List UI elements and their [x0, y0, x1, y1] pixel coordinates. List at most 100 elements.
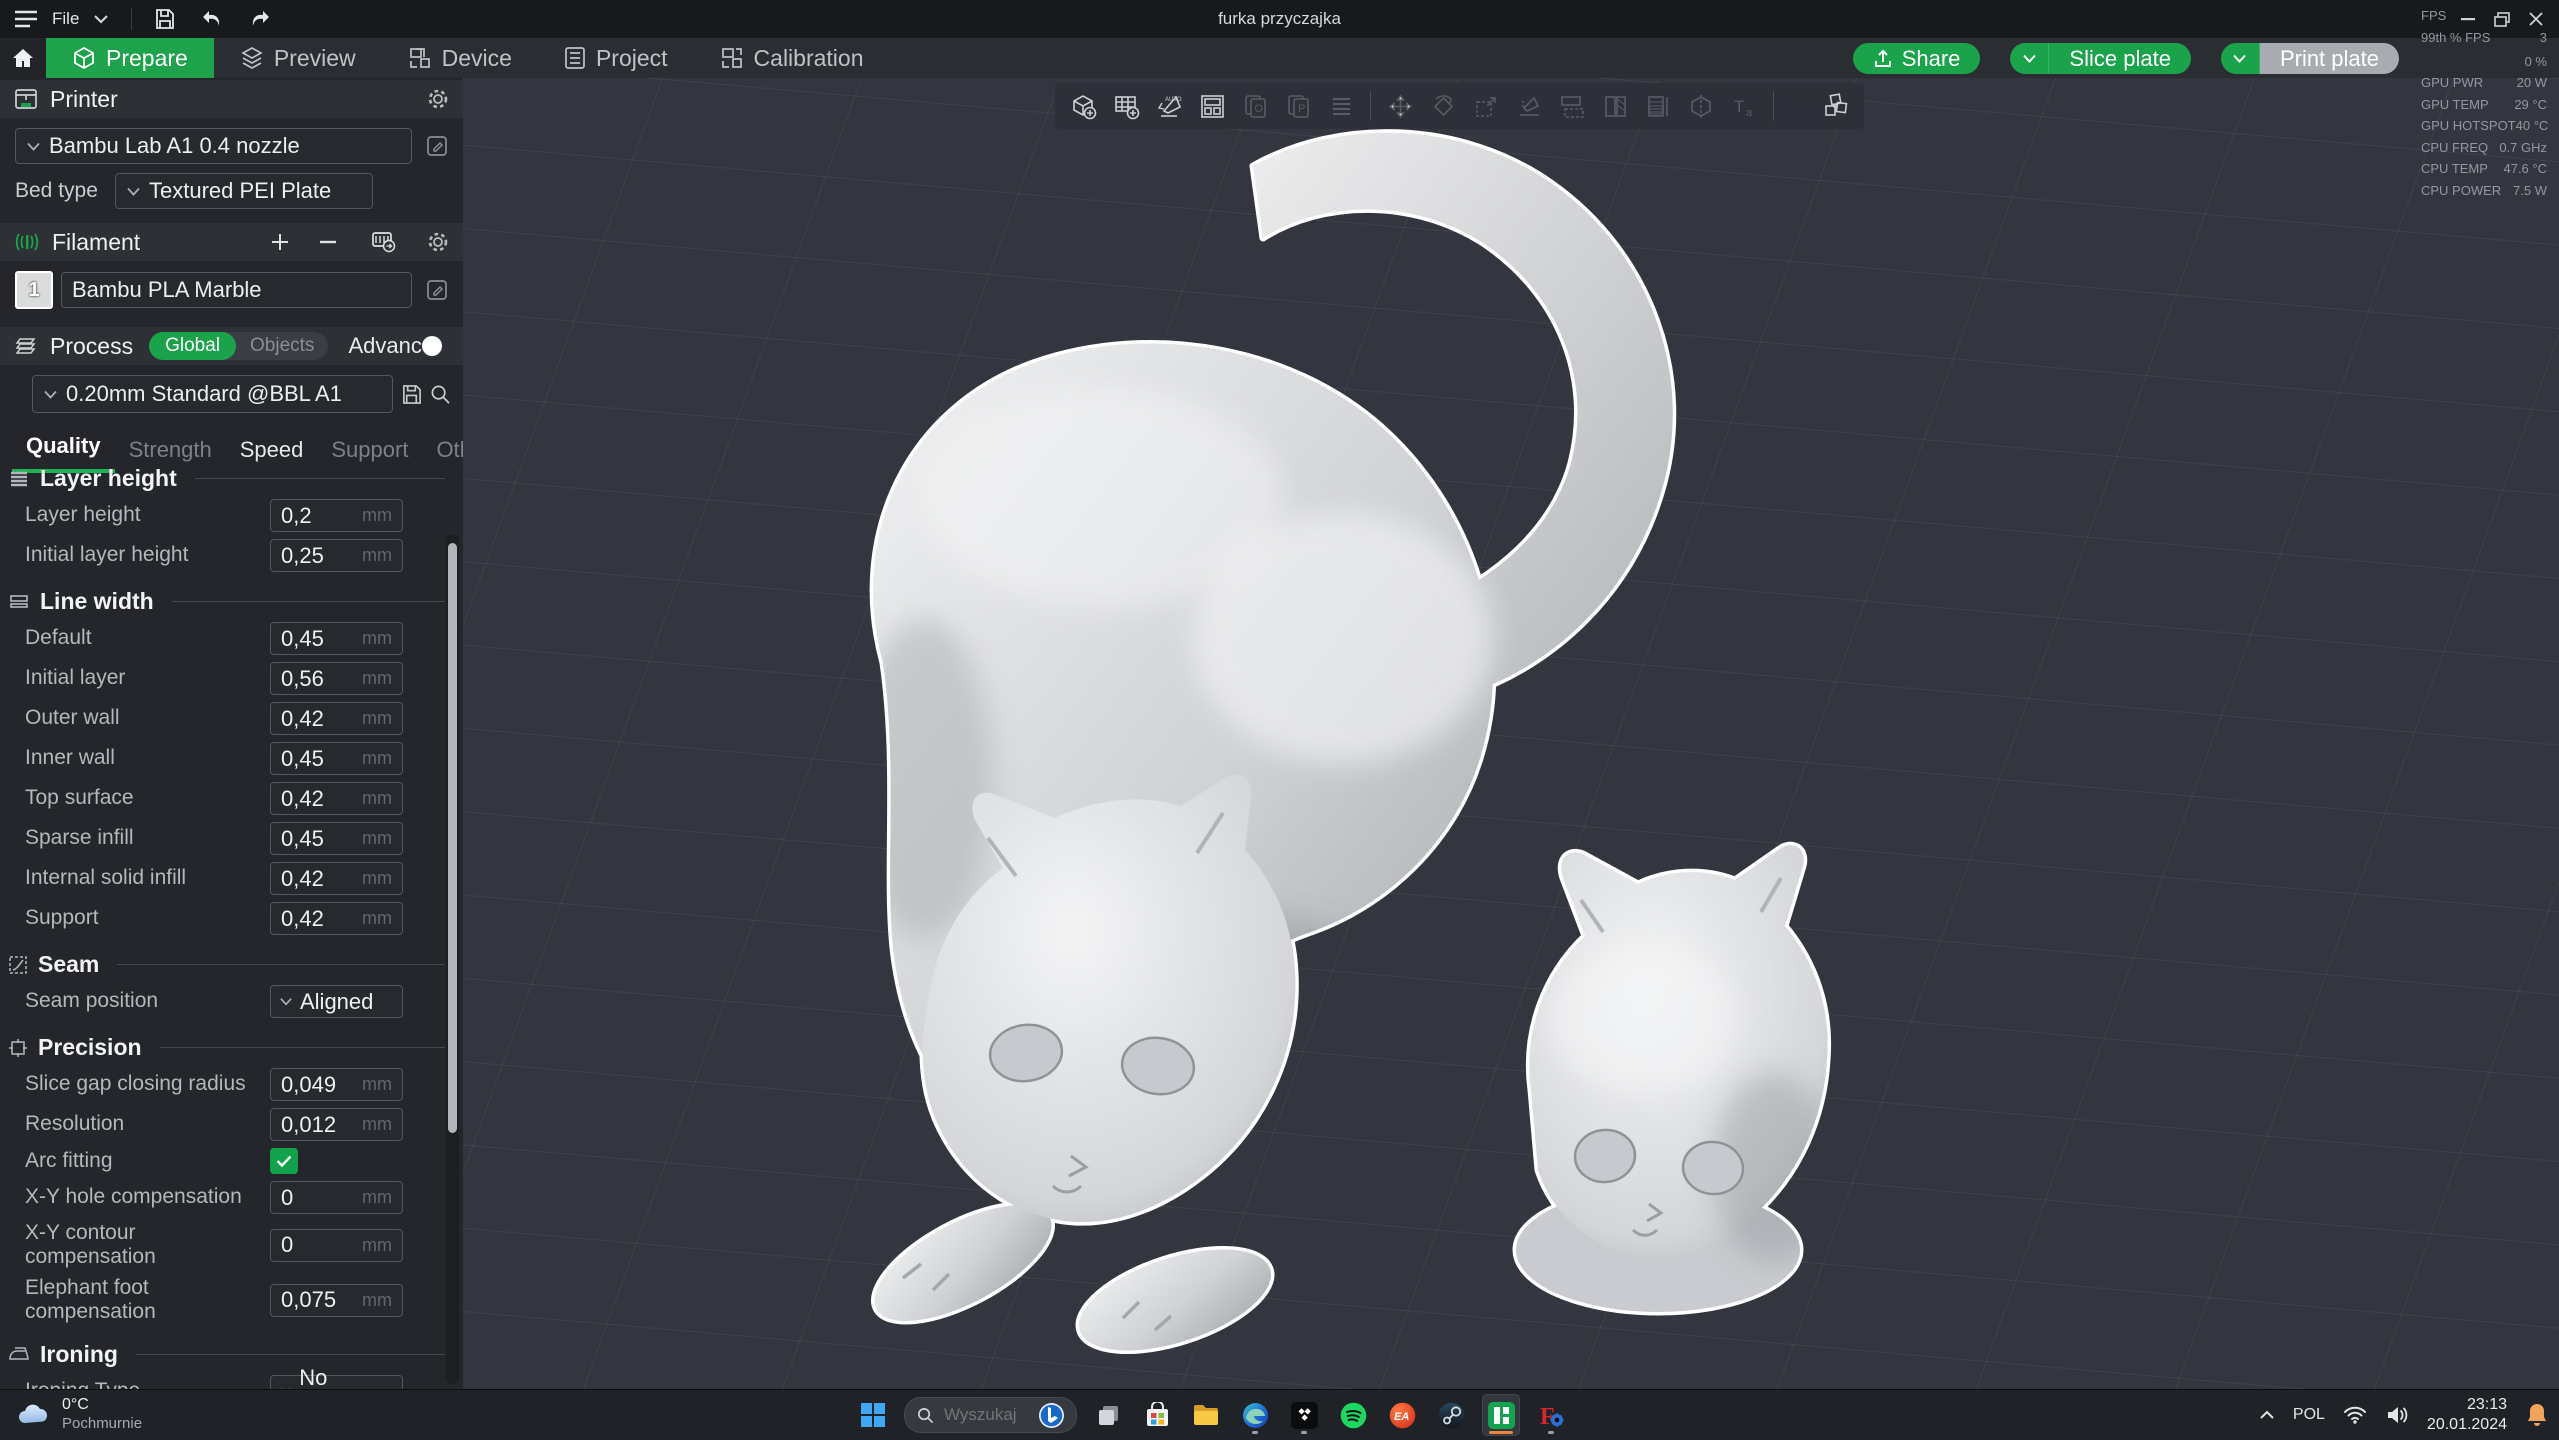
task-view-button[interactable] [1090, 1395, 1126, 1435]
arc-fitting-checkbox[interactable] [270, 1148, 298, 1174]
copy-icon[interactable]: O [1241, 92, 1269, 120]
layer-height-input[interactable]: 0,2 mm [270, 499, 403, 532]
ironing-type-select[interactable]: No ironing [270, 1365, 403, 1390]
tidal-icon[interactable] [1286, 1395, 1322, 1435]
split-to-parts-icon[interactable] [1601, 92, 1629, 120]
scale-icon[interactable] [1472, 92, 1500, 120]
notification-bell-icon[interactable] [2525, 1402, 2549, 1428]
filament-slot-badge[interactable]: 1 [15, 271, 53, 309]
viewport-toolbar: AUTO O P T a [1055, 83, 1864, 129]
taskbar-search[interactable] [904, 1397, 1077, 1433]
microsoft-store-icon[interactable] [1139, 1395, 1175, 1435]
start-button[interactable] [855, 1395, 891, 1435]
line-width-top-surface-input[interactable]: 0,42 mm [270, 782, 403, 815]
add-filament-icon[interactable] [271, 233, 289, 251]
line-width-sparse-infill-input[interactable]: 0,45 mm [270, 822, 403, 855]
tab-prepare[interactable]: Prepare [46, 38, 214, 78]
cat-head-model[interactable] [1512, 841, 1833, 1316]
ea-app-icon[interactable]: EA [1384, 1395, 1420, 1435]
line-width-outer-wall-input[interactable]: 0,42 mm [270, 702, 403, 735]
maximize-button[interactable] [2485, 0, 2519, 38]
clock[interactable]: 23:13 20.01.2024 [2427, 1395, 2507, 1435]
line-width-default-input[interactable]: 0,45 mm [270, 622, 403, 655]
resolution-input[interactable]: 0,012 mm [270, 1108, 403, 1141]
svg-text:O: O [1254, 103, 1263, 115]
weather-widget[interactable]: 0°C Pochmurnie [16, 1395, 142, 1434]
process-preset-select[interactable]: 0.20mm Standard @BBL A1 [32, 375, 393, 413]
settings-scrollbar-thumb[interactable] [448, 543, 457, 1133]
close-button[interactable] [2519, 0, 2553, 38]
arrange-icon[interactable] [1198, 92, 1226, 120]
printer-settings-gear-icon[interactable] [427, 88, 449, 110]
filament-settings-gear-icon[interactable] [427, 231, 449, 253]
share-icon [1873, 49, 1893, 69]
redo-icon[interactable] [248, 9, 272, 29]
steam-icon[interactable] [1433, 1395, 1469, 1435]
printer-edit-icon[interactable] [426, 135, 448, 157]
file-explorer-icon[interactable] [1188, 1395, 1224, 1435]
save-preset-icon[interactable] [401, 384, 422, 405]
elephant-foot-compensation-input[interactable]: 0,075 mm [270, 1283, 403, 1317]
rotate-icon[interactable] [1429, 92, 1457, 120]
variable-layer-height-icon[interactable] [1644, 92, 1672, 120]
model-canvas[interactable] [463, 78, 2559, 1390]
seam-position-select[interactable]: Aligned [270, 985, 403, 1018]
bambu-studio-icon[interactable] [1482, 1394, 1520, 1436]
line-width-internal-solid-input[interactable]: 0,42 mm [270, 862, 403, 895]
firefox-settings-app-icon[interactable]: F [1533, 1395, 1569, 1435]
tab-project[interactable]: Project [538, 38, 694, 78]
volume-icon[interactable] [2385, 1405, 2409, 1425]
slice-plate-button[interactable]: Slice plate [2010, 43, 2191, 74]
save-icon[interactable] [154, 8, 176, 30]
paste-icon[interactable]: P [1284, 92, 1312, 120]
filament-edit-icon[interactable] [426, 279, 448, 301]
print-plate-button[interactable]: Print plate [2220, 43, 2399, 74]
tab-preview[interactable]: Preview [214, 38, 382, 78]
hamburger-menu-icon[interactable] [14, 10, 38, 28]
tab-device[interactable]: Device [382, 38, 538, 78]
xy-hole-compensation-input[interactable]: 0 mm [270, 1181, 403, 1214]
home-button[interactable] [0, 38, 46, 78]
chevron-down-icon[interactable] [93, 14, 109, 24]
spotify-icon[interactable] [1335, 1395, 1371, 1435]
assembly-objects-icon[interactable] [1327, 92, 1355, 120]
line-width-inner-wall-input[interactable]: 0,45 mm [270, 742, 403, 775]
line-width-initial-input[interactable]: 0,56 mm [270, 662, 403, 695]
xy-contour-compensation-input[interactable]: 0 mm [270, 1228, 403, 1262]
slice-options-chevron[interactable] [2010, 43, 2050, 74]
search-input[interactable] [942, 1404, 1030, 1426]
assembly-view-icon[interactable] [1822, 92, 1850, 120]
filament-select[interactable]: Bambu PLA Marble [61, 272, 412, 308]
bed-type-select[interactable]: Textured PEI Plate [115, 173, 373, 209]
file-menu[interactable]: File [52, 9, 79, 29]
cut-icon[interactable] [1687, 92, 1715, 120]
print-options-chevron[interactable] [2220, 43, 2260, 74]
auto-orient-icon[interactable]: AUTO [1155, 92, 1183, 120]
line-width-support-input[interactable]: 0,42 mm [270, 902, 403, 935]
scope-global[interactable]: Global [149, 332, 237, 360]
initial-layer-height-input[interactable]: 0,25 mm [270, 539, 403, 572]
ams-icon[interactable] [371, 231, 397, 253]
language-indicator[interactable]: POL [2293, 1406, 2325, 1424]
slice-gap-input[interactable]: 0,049 mm [270, 1068, 403, 1101]
tray-chevron-up-icon[interactable] [2259, 1410, 2275, 1420]
edge-icon[interactable] [1237, 1395, 1273, 1435]
viewport-3d[interactable]: AUTO O P T a [463, 78, 2559, 1390]
share-button[interactable]: Share [1852, 43, 1981, 74]
process-icon [14, 335, 40, 357]
add-text-icon[interactable]: Ta [1730, 92, 1758, 120]
remove-filament-icon[interactable] [319, 240, 337, 244]
add-plate-icon[interactable] [1112, 92, 1140, 120]
tab-calibration[interactable]: Calibration [694, 38, 890, 78]
lay-on-face-icon[interactable] [1515, 92, 1543, 120]
filament-icon [14, 231, 40, 253]
add-model-icon[interactable] [1069, 92, 1097, 120]
move-icon[interactable] [1386, 92, 1414, 120]
wifi-icon[interactable] [2343, 1406, 2367, 1424]
minimize-button[interactable] [2451, 0, 2485, 38]
scope-objects[interactable]: Objects [236, 335, 328, 357]
split-to-objects-icon[interactable] [1558, 92, 1586, 120]
search-preset-icon[interactable] [430, 384, 451, 405]
undo-icon[interactable] [200, 9, 224, 29]
printer-select[interactable]: Bambu Lab A1 0.4 nozzle [15, 128, 412, 164]
